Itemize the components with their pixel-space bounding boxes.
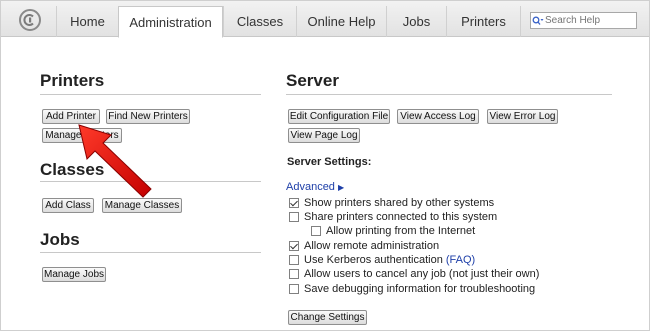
advanced-link[interactable]: Advanced ▶ <box>286 181 344 193</box>
view-error-log-button[interactable]: View Error Log <box>487 109 558 124</box>
edit-configuration-file-button[interactable]: Edit Configuration File <box>288 109 390 124</box>
option-share-printers[interactable]: Share printers connected to this system <box>289 211 497 223</box>
debug-logging-checkbox[interactable] <box>289 284 299 294</box>
printers-heading: Printers <box>40 71 105 90</box>
tab-jobs[interactable]: Jobs <box>386 6 446 37</box>
option-label: Allow users to cancel any job (not just … <box>304 268 540 280</box>
option-label: Allow remote administration <box>304 240 440 252</box>
change-settings-button[interactable]: Change Settings <box>288 310 367 325</box>
server-heading: Server <box>286 71 339 90</box>
search-icon <box>531 13 545 28</box>
view-access-log-button[interactable]: View Access Log <box>397 109 479 124</box>
classes-divider <box>40 181 261 182</box>
cups-admin-window: Home Administration Classes Online Help … <box>0 0 650 331</box>
option-remote-admin[interactable]: Allow remote administration <box>289 240 439 252</box>
option-kerberos[interactable]: Use Kerberos authentication (FAQ) <box>289 254 475 266</box>
server-divider <box>286 94 612 95</box>
advanced-link-label[interactable]: Advanced <box>286 181 335 193</box>
tab-classes[interactable]: Classes <box>223 6 296 37</box>
tab-printers[interactable]: Printers <box>446 6 521 37</box>
manage-printers-button[interactable]: Manage Printers <box>42 128 122 143</box>
option-label: Share printers connected to this system <box>304 211 498 223</box>
allow-internet-printing-checkbox[interactable] <box>311 226 321 236</box>
find-new-printers-button[interactable]: Find New Printers <box>106 109 190 124</box>
cancel-any-job-checkbox[interactable] <box>289 269 299 279</box>
tab-administration[interactable]: Administration <box>118 6 223 38</box>
faq-link[interactable]: (FAQ) <box>446 254 475 266</box>
share-printers-checkbox[interactable] <box>289 212 299 222</box>
remote-admin-checkbox[interactable] <box>289 241 299 251</box>
printers-divider <box>40 94 261 95</box>
search-input[interactable] <box>545 15 635 26</box>
show-shared-printers-checkbox[interactable] <box>289 198 299 208</box>
option-show-shared-printers[interactable]: Show printers shared by other systems <box>289 197 494 209</box>
top-navigation-bar: Home Administration Classes Online Help … <box>1 1 649 38</box>
option-debug-logging[interactable]: Save debugging information for troublesh… <box>289 283 535 295</box>
server-settings-title: Server Settings: <box>287 156 372 168</box>
option-label: Allow printing from the Internet <box>326 225 476 237</box>
jobs-divider <box>40 252 261 253</box>
option-allow-internet-printing[interactable]: Allow printing from the Internet <box>311 225 475 237</box>
manage-classes-button[interactable]: Manage Classes <box>102 198 182 213</box>
option-label: Save debugging information for troublesh… <box>304 283 536 295</box>
kerberos-checkbox[interactable] <box>289 255 299 265</box>
classes-heading: Classes <box>40 160 105 179</box>
option-label: Show printers shared by other systems <box>304 197 495 209</box>
jobs-heading: Jobs <box>40 230 80 249</box>
view-page-log-button[interactable]: View Page Log <box>288 128 360 143</box>
cups-logo-icon[interactable] <box>19 9 41 31</box>
expand-triangle-icon: ▶ <box>338 183 345 192</box>
tab-home[interactable]: Home <box>56 6 118 37</box>
add-class-button[interactable]: Add Class <box>42 198 94 213</box>
add-printer-button[interactable]: Add Printer <box>42 109 100 124</box>
option-label: Use Kerberos authentication <box>304 254 443 266</box>
manage-jobs-button[interactable]: Manage Jobs <box>42 267 106 282</box>
search-box[interactable] <box>530 12 637 29</box>
tab-online-help[interactable]: Online Help <box>296 6 386 37</box>
option-cancel-any-job[interactable]: Allow users to cancel any job (not just … <box>289 268 539 280</box>
